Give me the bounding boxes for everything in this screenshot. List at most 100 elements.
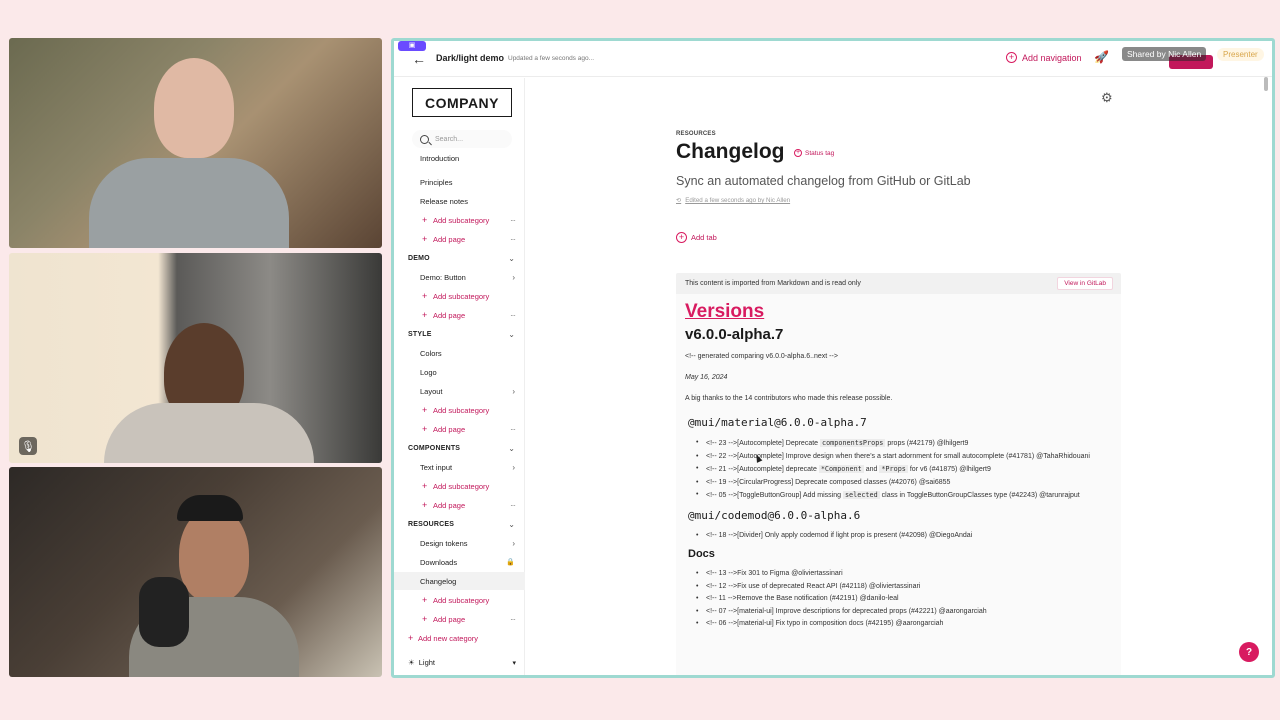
help-button[interactable]: ? xyxy=(1239,642,1259,662)
edited-info[interactable]: ⟲ Edited a few seconds ago by Nic Allen xyxy=(676,197,790,204)
plus-icon: + xyxy=(422,481,428,491)
sidebar-item-components[interactable]: COMPONENTS ⌄ xyxy=(394,439,525,457)
main-content: ⚙ RESOURCES Changelog + Status tag Sync … xyxy=(526,78,1272,675)
chevron-right-icon[interactable]: › xyxy=(512,539,515,548)
sidebar-item-text-input[interactable]: Text input › xyxy=(394,458,525,476)
view-in-gitlab-button[interactable]: View in GitLab xyxy=(1057,277,1113,290)
chevron-down-icon[interactable]: ⌄ xyxy=(508,330,515,339)
theme-label: Light xyxy=(418,658,435,667)
sidebar-item-demo[interactable]: DEMO ⌄ xyxy=(394,249,525,267)
gear-icon[interactable]: ⚙ xyxy=(1101,90,1113,106)
list-item: <!-- 06 -->[material-ui] Fix typo in com… xyxy=(696,618,1113,631)
sidebar-item-colors[interactable]: Colors xyxy=(394,344,525,362)
search-input[interactable]: Search... xyxy=(412,130,512,148)
sidebar-item-principles[interactable]: Principles xyxy=(394,173,525,191)
sidebar-item-label: Principles xyxy=(420,177,453,187)
sidebar-item-changelog[interactable]: Changelog xyxy=(394,572,525,590)
participant-shirt xyxy=(104,403,314,463)
plus-icon: + xyxy=(408,633,414,643)
sidebar-item-layout[interactable]: Layout › xyxy=(394,382,525,400)
list-item: <!-- 22 -->[Autocomplete] Improve design… xyxy=(696,451,1113,464)
thanks-text: A big thanks to the 14 contributors who … xyxy=(685,395,893,402)
markdown-content-card: This content is imported from Markdown a… xyxy=(676,273,1121,675)
participant-shirt xyxy=(89,158,289,248)
sidebar-item-label: Colors xyxy=(420,348,442,358)
sidebar-item-add-page[interactable]: + Add page ··· xyxy=(394,230,525,248)
chevron-right-icon[interactable]: › xyxy=(512,387,515,396)
sidebar-item-design-tokens[interactable]: Design tokens › xyxy=(394,534,525,552)
chevron-right-icon[interactable]: › xyxy=(512,273,515,282)
sidebar-item-downloads[interactable]: Downloads 🔒 xyxy=(394,553,525,571)
rocket-icon[interactable]: 🚀 xyxy=(1094,50,1109,64)
more-icon[interactable]: ··· xyxy=(510,425,516,434)
status-tag-label: Status tag xyxy=(805,149,835,157)
add-tab-label: Add tab xyxy=(691,233,717,242)
sidebar-item-label: Downloads xyxy=(420,557,458,567)
sidebar-item-add-page[interactable]: + Add page ··· xyxy=(394,610,525,628)
sidebar-item-add-subcategory[interactable]: + Add subcategory xyxy=(394,401,525,419)
screen-share-icon[interactable]: ▣ xyxy=(398,41,426,51)
sidebar-item-label: Add page xyxy=(433,234,466,244)
edited-label: Edited a few seconds ago by Nic Allen xyxy=(685,197,791,204)
sidebar-item-label: Add page xyxy=(433,424,466,434)
sidebar-item-add-page[interactable]: + Add page ··· xyxy=(394,306,525,324)
more-icon[interactable]: ··· xyxy=(510,615,516,624)
microphone-icon[interactable]: 🎙 xyxy=(19,437,37,455)
plus-icon: + xyxy=(422,614,428,624)
sidebar-item-label: Add page xyxy=(433,614,466,624)
lock-icon: 🔒 xyxy=(506,559,515,566)
theme-selector[interactable]: ☀ Light ▾ xyxy=(408,658,516,667)
chevron-down-icon[interactable]: ⌄ xyxy=(508,520,515,529)
more-icon[interactable]: ··· xyxy=(510,311,516,320)
more-icon[interactable]: ··· xyxy=(510,501,516,510)
chevron-right-icon[interactable]: › xyxy=(512,463,515,472)
chevron-down-icon[interactable]: ⌄ xyxy=(508,444,515,453)
plus-circle-icon: + xyxy=(1006,52,1017,63)
video-tile-participant-3[interactable] xyxy=(9,467,382,677)
sidebar-item-logo[interactable]: Logo xyxy=(394,363,525,381)
sidebar-item-label: Add subcategory xyxy=(433,481,490,491)
search-placeholder: Search... xyxy=(435,135,464,143)
sidebar-item-label: Add new category xyxy=(418,633,479,643)
video-tile-participant-2[interactable]: 🎙 xyxy=(9,253,382,463)
more-icon[interactable]: ··· xyxy=(510,235,516,244)
sidebar-item-add-page[interactable]: + Add page ··· xyxy=(394,496,525,514)
shared-by-badge: Shared by Nic Allen xyxy=(1122,47,1207,61)
sidebar-item-label: Changelog xyxy=(420,576,457,586)
sidebar-item-add-subcategory[interactable]: + Add subcategory ··· xyxy=(394,211,525,229)
sidebar-item-add-subcategory[interactable]: + Add subcategory xyxy=(394,287,525,305)
versions-heading[interactable]: Versions xyxy=(685,301,1113,323)
sidebar-item-label: Add subcategory xyxy=(433,405,490,415)
plus-icon: + xyxy=(422,500,428,510)
add-navigation-button[interactable]: + Add navigation xyxy=(1006,52,1082,63)
sidebar-item-label: RESOURCES xyxy=(408,520,455,528)
material-section-heading: @mui/material@6.0.0-alpha.7 xyxy=(688,416,867,429)
list-item: <!-- 18 -->[Divider] Only apply codemod … xyxy=(696,530,1113,543)
sidebar-item-add-page[interactable]: + Add page ··· xyxy=(394,420,525,438)
status-tag[interactable]: + Status tag xyxy=(794,149,834,157)
back-arrow-icon[interactable]: ← xyxy=(412,51,426,67)
sidebar-item-add-subcategory[interactable]: + Add subcategory xyxy=(394,591,525,609)
sidebar-item-label: Logo xyxy=(420,367,437,377)
more-icon[interactable]: ··· xyxy=(510,216,516,225)
sidebar-item-add-subcategory[interactable]: + Add subcategory xyxy=(394,477,525,495)
shared-screen[interactable]: ▣ ← Dark/light demo Updated a few second… xyxy=(391,38,1275,678)
add-tab-button[interactable]: + Add tab xyxy=(676,232,717,243)
chevron-down-icon[interactable]: ⌄ xyxy=(508,254,515,263)
list-item: <!-- 23 -->[Autocomplete] Deprecate comp… xyxy=(696,437,1113,451)
sidebar-item-label: Add page xyxy=(433,500,466,510)
sidebar-item-label: Add subcategory xyxy=(433,595,490,605)
sidebar-item-introduction[interactable]: Introduction xyxy=(394,154,525,162)
list-item: <!-- 07 -->[material-ui] Improve descrip… xyxy=(696,606,1113,619)
sidebar-item-add-new-category[interactable]: + Add new category xyxy=(394,629,525,647)
sidebar-item-style[interactable]: STYLE ⌄ xyxy=(394,325,525,343)
sidebar-item-release-notes[interactable]: Release notes xyxy=(394,192,525,210)
company-logo[interactable]: COMPANY xyxy=(412,88,512,117)
readonly-banner-text: This content is imported from Markdown a… xyxy=(685,280,861,287)
sidebar: COMPANY Search... Introduction Principles… xyxy=(394,78,525,675)
video-tile-participant-1[interactable] xyxy=(9,38,382,248)
sidebar-item-demo-button[interactable]: Demo: Button › xyxy=(394,268,525,286)
sidebar-item-label: Design tokens xyxy=(420,538,468,548)
sidebar-item-label: Introduction xyxy=(420,154,460,162)
sidebar-item-resources[interactable]: RESOURCES ⌄ xyxy=(394,515,525,533)
